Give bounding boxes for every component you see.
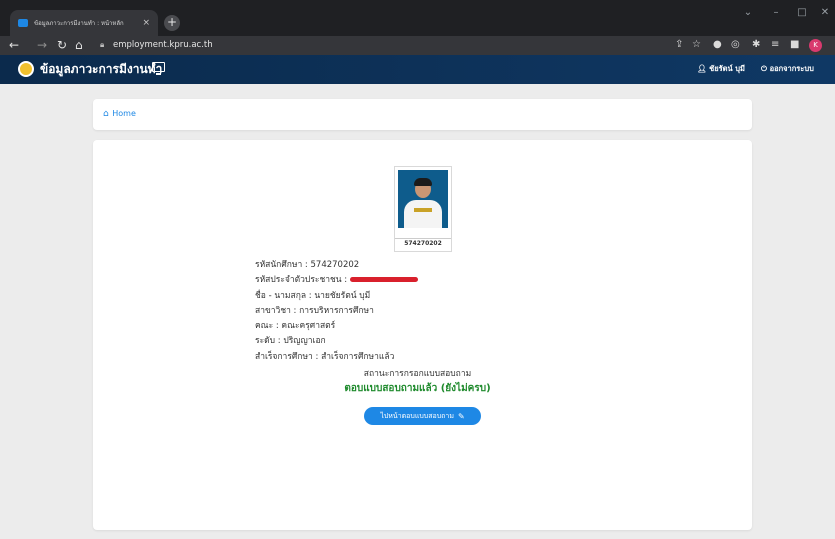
logout-icon: ⏻ <box>761 64 767 73</box>
survey-status-value: ตอบแบบสอบถามแล้ว (ยังไม่ครบ) <box>344 383 491 394</box>
extension-2-icon[interactable]: ◎ <box>731 38 740 52</box>
home-browser-icon[interactable]: ⌂ <box>75 38 83 52</box>
breadcrumb-home-link[interactable]: ⌂ Home <box>103 108 136 120</box>
tab-title: ข้อมูลภาวะการมีงานทำ : หน้าหลัก <box>34 20 124 27</box>
breadcrumb: ⌂ Home <box>93 99 752 130</box>
browser-tabstrip: ข้อมูลภาวะการมีงานทำ : หน้าหลัก × + ⌄ – … <box>0 0 835 36</box>
forward-icon[interactable]: → <box>37 38 47 52</box>
extensions-puzzle-icon[interactable]: ✱ <box>752 38 760 52</box>
user-icon: 👤︎ <box>697 64 707 73</box>
minimize-icon[interactable]: – <box>763 4 789 22</box>
photo-caption: 574270202 <box>395 238 451 248</box>
go-to-survey-button[interactable]: ไปหน้าตอบแบบสอบถาม ✎ <box>364 407 481 425</box>
breadcrumb-home-label: Home <box>112 109 136 118</box>
site-title[interactable]: ข้อมูลภาวะการมีงานทำ <box>40 61 162 77</box>
reload-icon[interactable]: ↻ <box>57 38 67 52</box>
student-info: รหัสนักศึกษา : 574270202 รหัสประจำตัวประ… <box>255 258 418 365</box>
major: สาขาวิชา : การบริหารการศึกษา <box>255 305 374 316</box>
logout-label: ออกจากระบบ <box>769 64 814 73</box>
share-icon[interactable]: ⇪ <box>675 38 683 52</box>
student-photo <box>398 170 448 228</box>
survey-button-label: ไปหน้าตอบแบบสอบถาม <box>380 411 454 420</box>
student-photo-frame: 574270202 <box>394 166 452 252</box>
citizen-id-row: รหัสประจำตัวประชาชน : <box>255 273 418 288</box>
citizen-id-redacted <box>349 277 418 283</box>
new-tab-button[interactable]: + <box>164 15 180 31</box>
survey-status-heading: สถานะการกรอกแบบสอบถาม <box>363 369 472 379</box>
edit-icon: ✎ <box>457 411 465 421</box>
degree-level: ระดับ : ปริญญาเอก <box>255 336 326 347</box>
site-header: ข้อมูลภาวะการมีงานทำ 👤︎ ชัยรัตน์ บุมี ⏻ … <box>0 55 835 84</box>
tab-search-icon[interactable]: ⌄ <box>735 4 761 22</box>
browser-toolbar: ← → ↻ ⌂ 🔒︎ employment.kpru.ac.th ⇪ ☆ ● ◎… <box>0 36 835 55</box>
back-icon[interactable]: ← <box>9 38 19 52</box>
address-bar[interactable]: employment.kpru.ac.th <box>113 38 213 52</box>
faculty: คณะ : คณะครุศาสตร์ <box>255 321 336 332</box>
reading-list-icon[interactable]: ≡ <box>771 38 779 52</box>
university-logo <box>18 61 34 77</box>
monitor-icon <box>152 62 165 75</box>
favicon-icon <box>18 19 28 27</box>
profile-avatar[interactable]: K <box>809 39 822 52</box>
browser-tab[interactable]: ข้อมูลภาวะการมีงานทำ : หน้าหลัก × <box>10 10 158 36</box>
logout-link[interactable]: ⏻ ออกจากระบบ <box>761 63 814 75</box>
student-id: รหัสนักศึกษา : 574270202 <box>255 260 360 270</box>
graduation-status: สำเร็จการศึกษา : สำเร็จการศึกษาแล้ว <box>255 351 395 362</box>
citizen-id-label: รหัสประจำตัวประชาชน : <box>255 275 348 286</box>
close-window-icon[interactable]: ✕ <box>812 4 835 22</box>
tab-close-icon[interactable]: × <box>142 18 150 28</box>
user-menu-link[interactable]: 👤︎ ชัยรัตน์ บุมี <box>697 63 745 75</box>
extension-icon[interactable]: ● <box>713 38 722 52</box>
full-name: ชื่อ - นามสกุล : นายชัยรัตน์ บุมี <box>255 290 371 301</box>
side-panel-icon[interactable]: ■ <box>790 38 799 52</box>
lock-icon[interactable]: 🔒︎ <box>100 38 104 52</box>
home-icon: ⌂ <box>103 109 109 119</box>
bookmark-star-icon[interactable]: ☆ <box>692 38 701 52</box>
user-name: ชัยรัตน์ บุมี <box>709 64 745 73</box>
